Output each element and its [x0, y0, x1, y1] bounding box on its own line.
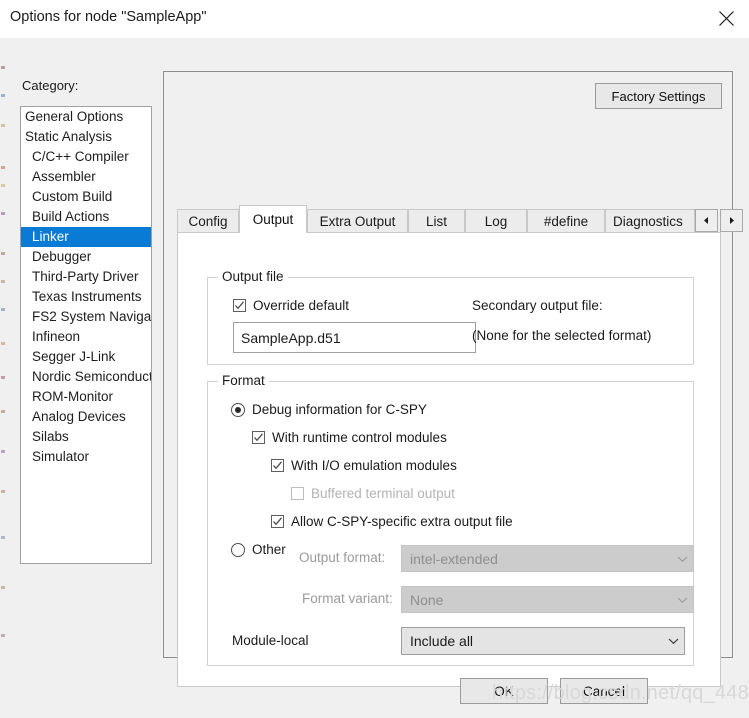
tab-diagnostics[interactable]: Diagnostics	[605, 209, 695, 232]
other-format-label: Other	[252, 542, 286, 557]
output-format-select: intel-extended	[401, 545, 694, 572]
sidebar-item-custom-build[interactable]: Custom Build	[21, 187, 151, 207]
format-group-title: Format	[218, 373, 269, 388]
io-emulation-modules-label: With I/O emulation modules	[291, 458, 457, 473]
tab-config[interactable]: Config	[177, 209, 239, 232]
checkbox-checked-icon	[233, 299, 246, 312]
module-local-value: Include all	[410, 633, 474, 649]
output-format-value: intel-extended	[410, 550, 498, 567]
tab-list[interactable]: List	[408, 209, 465, 232]
options-panel: Factory Settings Config Output Extra Out…	[163, 71, 743, 687]
sidebar-item-linker[interactable]: Linker	[21, 227, 151, 247]
ok-button[interactable]: OK	[460, 678, 548, 704]
allow-cspy-extra-output-label: Allow C-SPY-specific extra output file	[291, 514, 513, 529]
sidebar-item-build-actions[interactable]: Build Actions	[21, 207, 151, 227]
radio-unselected-icon	[231, 542, 245, 557]
sidebar-item-static-analysis[interactable]: Static Analysis	[21, 127, 151, 147]
output-file-group-title: Output file	[218, 269, 288, 284]
tab-page-output: Output file Override default SampleApp.d…	[177, 232, 721, 687]
module-local-select[interactable]: Include all	[401, 627, 685, 655]
sidebar-item-analog-devices[interactable]: Analog Devices	[21, 407, 151, 427]
io-emulation-modules-checkbox[interactable]: With I/O emulation modules	[271, 458, 457, 473]
format-variant-label: Format variant:	[302, 591, 393, 606]
cancel-button[interactable]: Cancel	[560, 678, 648, 704]
tab-define[interactable]: #define	[527, 209, 605, 232]
debug-information-radio[interactable]: Debug information for C-SPY	[231, 402, 427, 417]
allow-cspy-extra-output-checkbox[interactable]: Allow C-SPY-specific extra output file	[271, 514, 513, 529]
format-group: Format Debug information for C-SPY With …	[207, 373, 694, 666]
debug-information-label: Debug information for C-SPY	[252, 402, 427, 417]
module-local-label: Module-local	[232, 633, 309, 648]
category-label: Category:	[22, 78, 79, 93]
chevron-down-icon	[671, 596, 693, 604]
output-file-group: Output file Override default SampleApp.d…	[207, 269, 694, 365]
sidebar-item-c-cpp-compiler[interactable]: C/C++ Compiler	[21, 147, 151, 167]
window-edge-artifacts	[0, 38, 7, 718]
runtime-control-modules-label: With runtime control modules	[272, 430, 447, 445]
tab-extra-output[interactable]: Extra Output	[307, 209, 408, 232]
sidebar-item-simulator[interactable]: Simulator	[21, 447, 151, 467]
sidebar-item-segger-j-link[interactable]: Segger J-Link	[21, 347, 151, 367]
other-format-radio[interactable]: Other	[231, 542, 286, 557]
runtime-control-modules-checkbox[interactable]: With runtime control modules	[252, 430, 447, 445]
format-variant-value: None	[410, 591, 444, 608]
tab-scroll-left-button[interactable]	[695, 209, 718, 232]
override-default-checkbox[interactable]: Override default	[233, 298, 349, 313]
output-format-label: Output format:	[299, 550, 386, 565]
chevron-down-icon	[671, 555, 693, 563]
title-bar: Options for node "SampleApp"	[0, 0, 749, 39]
chevron-down-icon	[662, 637, 684, 645]
sidebar-item-rom-monitor[interactable]: ROM-Monitor	[21, 387, 151, 407]
secondary-output-file-label: Secondary output file:	[472, 298, 603, 313]
category-list[interactable]: General Options Static Analysis C/C++ Co…	[20, 106, 152, 564]
sidebar-item-third-party-driver[interactable]: Third-Party Driver	[21, 267, 151, 287]
buffered-terminal-output-label: Buffered terminal output	[311, 486, 455, 501]
triangle-right-icon	[727, 213, 736, 228]
sidebar-item-general-options[interactable]: General Options	[21, 107, 151, 127]
tab-strip: Config Output Extra Output List Log #def…	[177, 205, 743, 233]
sidebar-item-texas-instruments[interactable]: Texas Instruments	[21, 287, 151, 307]
checkbox-checked-icon	[252, 431, 265, 444]
checkbox-checked-icon	[271, 459, 284, 472]
sidebar-item-silabs[interactable]: Silabs	[21, 427, 151, 447]
sidebar-item-fs2-system-navigator[interactable]: FS2 System Navigator	[21, 307, 151, 327]
checkbox-unchecked-disabled-icon	[291, 487, 304, 500]
sidebar-item-infineon[interactable]: Infineon	[21, 327, 151, 347]
sidebar-item-nordic-semiconductor[interactable]: Nordic Semiconductor	[21, 367, 151, 387]
close-button[interactable]	[703, 0, 749, 37]
format-variant-select: None	[401, 586, 694, 613]
tab-output[interactable]: Output	[239, 205, 307, 233]
override-default-label: Override default	[253, 298, 350, 313]
checkbox-checked-icon	[271, 515, 284, 528]
radio-selected-icon	[231, 402, 245, 417]
window-title: Options for node "SampleApp"	[10, 9, 207, 25]
buffered-terminal-output-checkbox: Buffered terminal output	[291, 486, 455, 501]
triangle-left-icon	[702, 213, 711, 228]
tab-log[interactable]: Log	[465, 209, 527, 232]
tab-scroll-right-button[interactable]	[720, 209, 743, 232]
dialog-body: Category: General Options Static Analysi…	[0, 38, 749, 718]
sidebar-item-debugger[interactable]: Debugger	[21, 247, 151, 267]
output-filename-input[interactable]: SampleApp.d51	[233, 322, 476, 353]
close-icon	[718, 10, 735, 27]
factory-settings-button[interactable]: Factory Settings	[595, 83, 722, 109]
secondary-output-file-value: (None for the selected format)	[472, 328, 652, 343]
sidebar-item-assembler[interactable]: Assembler	[21, 167, 151, 187]
